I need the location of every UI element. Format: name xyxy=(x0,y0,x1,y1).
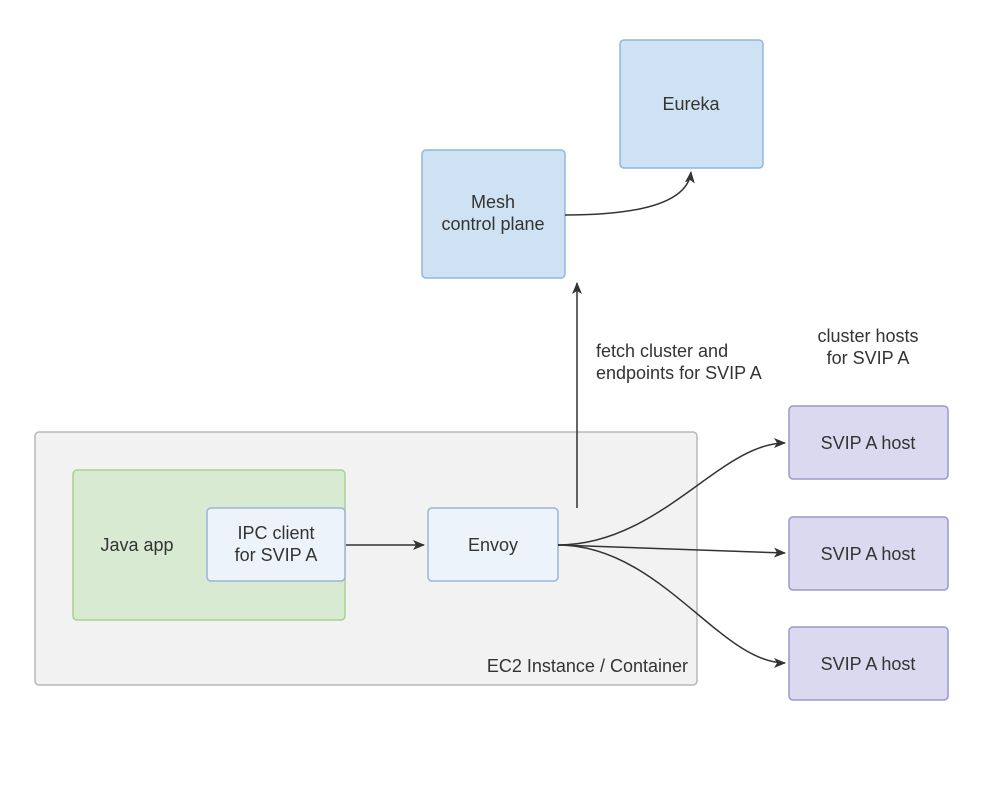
java-app-label: Java app xyxy=(100,535,173,555)
ipc-client-label-2: for SVIP A xyxy=(235,545,318,565)
fetch-label-2: endpoints for SVIP A xyxy=(596,363,762,383)
svip-host-3-label: SVIP A host xyxy=(821,654,916,674)
cluster-hosts-label-1: cluster hosts xyxy=(817,326,918,346)
svip-host-1-label: SVIP A host xyxy=(821,433,916,453)
eureka-label: Eureka xyxy=(662,94,720,114)
envoy-label: Envoy xyxy=(468,535,518,555)
fetch-label-1: fetch cluster and xyxy=(596,341,728,361)
cluster-hosts-label-2: for SVIP A xyxy=(827,348,910,368)
mesh-control-plane-label-2: control plane xyxy=(441,214,544,234)
svip-host-2-label: SVIP A host xyxy=(821,544,916,564)
ec2-container-label: EC2 Instance / Container xyxy=(487,656,688,676)
ipc-client-label-1: IPC client xyxy=(237,523,314,543)
mesh-control-plane-label-1: Mesh xyxy=(471,192,515,212)
arrow-mesh-to-eureka xyxy=(565,172,691,215)
